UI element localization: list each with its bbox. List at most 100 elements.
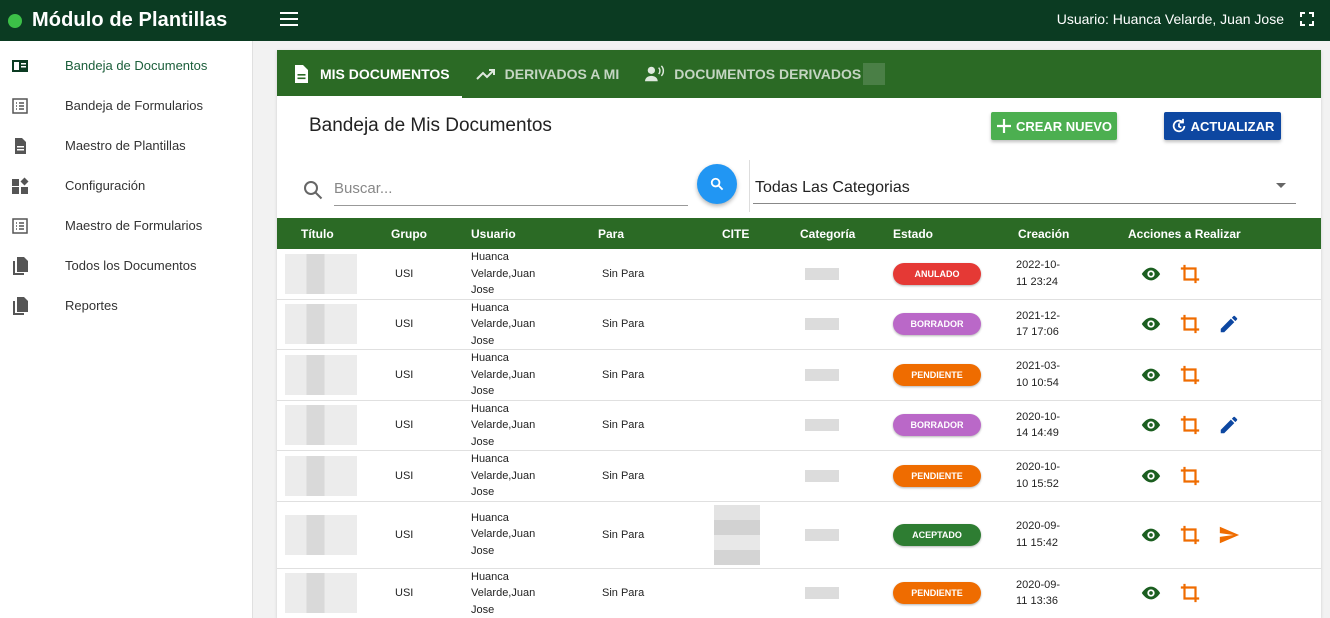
sidebar-item-maestro-formularios[interactable]: Maestro de Formularios	[0, 205, 252, 245]
cell-acciones	[1112, 450, 1321, 502]
cell-estado: PENDIENTE	[893, 568, 1016, 618]
copy-icon	[13, 297, 28, 315]
table-row[interactable]: USI Huanca Velarde,Juan Jose Sin Para PENDIEN…	[277, 450, 1321, 502]
view-icon[interactable]	[1140, 414, 1162, 436]
cell-usuario: Huanca Velarde,Juan Jose	[471, 299, 598, 350]
view-icon[interactable]	[1140, 364, 1162, 386]
view-icon[interactable]	[1140, 313, 1162, 335]
redacted-title	[285, 253, 357, 294]
cell-categoria	[800, 349, 893, 401]
cell-creacion: 2020-09- 11 13:36	[1016, 568, 1112, 618]
view-icon[interactable]	[1140, 582, 1162, 604]
menu-icon[interactable]	[280, 12, 298, 26]
send-icon[interactable]	[1218, 524, 1240, 546]
crop-icon[interactable]	[1179, 582, 1201, 604]
sidebar-item-reportes[interactable]: Reportes	[0, 285, 252, 325]
redacted-category	[805, 368, 839, 381]
cell-creacion: 2021-12- 17 17:06	[1016, 299, 1112, 350]
header-titulo[interactable]: Título	[277, 218, 391, 249]
cell-categoria	[800, 450, 893, 502]
user-name: Usuario: Huanca Velarde, Juan Jose	[1056, 11, 1284, 27]
cell-estado: BORRADOR	[893, 299, 1016, 350]
cell-categoria	[800, 299, 893, 350]
search-button[interactable]	[697, 164, 737, 204]
fullscreen-icon[interactable]	[1300, 12, 1314, 26]
list-icon	[12, 98, 28, 114]
table-row[interactable]: USI Huanca Velarde,Juan Jose Sin Para PENDIEN…	[277, 568, 1321, 618]
sidebar-item-configuracion[interactable]: Configuración	[0, 165, 252, 205]
cell-para: Sin Para	[598, 450, 704, 502]
header-estado[interactable]: Estado	[893, 218, 1016, 249]
sidebar-item-maestro-plantillas[interactable]: Maestro de Plantillas	[0, 125, 252, 165]
header-para[interactable]: Para	[598, 218, 704, 249]
table-header-row: Título Grupo Usuario Para CITE Categoría…	[277, 218, 1321, 249]
view-icon[interactable]	[1140, 524, 1162, 546]
status-badge: BORRADOR	[893, 414, 981, 437]
tab-label: DERIVADOS A MI	[504, 66, 620, 82]
cell-titulo	[277, 450, 391, 502]
tray-icon	[12, 60, 28, 72]
cell-usuario: Huanca Velarde,Juan Jose	[471, 349, 598, 401]
edit-icon[interactable]	[1218, 414, 1240, 436]
redacted-category	[805, 419, 839, 432]
crop-icon[interactable]	[1179, 414, 1201, 436]
status-badge: ACEPTADO	[893, 523, 981, 546]
category-select[interactable]: Todas Las Categorias	[753, 166, 1296, 204]
header-categoria[interactable]: Categoría	[800, 218, 893, 249]
crop-icon[interactable]	[1179, 313, 1201, 335]
cell-estado: ANULADO	[893, 249, 1016, 300]
cell-usuario: Huanca Velarde,Juan Jose	[471, 501, 598, 569]
sidebar-item-todos-documentos[interactable]: Todos los Documentos	[0, 245, 252, 285]
header-creacion[interactable]: Creación	[1016, 218, 1112, 249]
table-row[interactable]: USI Huanca Velarde,Juan Jose Sin Para ACEPTAD…	[277, 501, 1321, 569]
edit-icon[interactable]	[1218, 313, 1240, 335]
cell-acciones	[1112, 349, 1321, 401]
table-row[interactable]: USI Huanca Velarde,Juan Jose Sin Para BORRADO…	[277, 400, 1321, 451]
filter-bar: Todas Las Categorias	[277, 156, 1321, 220]
status-badge: PENDIENTE	[893, 582, 981, 605]
table-row[interactable]: USI Huanca Velarde,Juan Jose Sin Para BORRADO…	[277, 299, 1321, 350]
redacted-cite	[714, 504, 760, 565]
search-input[interactable]	[334, 172, 688, 206]
view-icon[interactable]	[1140, 263, 1162, 285]
redacted-category	[805, 469, 839, 482]
cell-cite	[704, 299, 800, 350]
crop-icon[interactable]	[1179, 465, 1201, 487]
cell-categoria	[800, 249, 893, 300]
cell-categoria	[800, 501, 893, 569]
crop-icon[interactable]	[1179, 364, 1201, 386]
cell-cite	[704, 450, 800, 502]
cell-grupo: USI	[391, 349, 471, 401]
trending-icon	[475, 69, 495, 80]
status-badge: PENDIENTE	[893, 363, 981, 386]
create-new-button[interactable]: CREAR NUEVO	[991, 112, 1117, 140]
sidebar-item-bandeja-formularios[interactable]: Bandeja de Formularios	[0, 85, 252, 125]
voice-person-icon	[645, 65, 665, 82]
view-icon[interactable]	[1140, 465, 1162, 487]
sidebar-item-bandeja-documentos[interactable]: Bandeja de Documentos	[0, 45, 252, 85]
create-new-label: CREAR NUEVO	[1015, 118, 1113, 134]
cell-estado: BORRADOR	[893, 400, 1016, 451]
table-row[interactable]: USI Huanca Velarde,Juan Jose Sin Para ANULADO…	[277, 249, 1321, 300]
redacted-title	[285, 455, 357, 496]
tab-mis-documentos[interactable]: MIS DOCUMENTOS	[277, 50, 462, 98]
cell-categoria	[800, 400, 893, 451]
tab-derivados-a-mi[interactable]: DERIVADOS A MI	[462, 50, 632, 98]
plus-icon	[996, 119, 1011, 133]
refresh-button[interactable]: ACTUALIZAR	[1164, 112, 1281, 140]
header-usuario[interactable]: Usuario	[471, 218, 598, 249]
crop-icon[interactable]	[1179, 524, 1201, 546]
cell-acciones	[1112, 400, 1321, 451]
sidebar-item-label: Reportes	[65, 297, 118, 313]
crop-icon[interactable]	[1179, 263, 1201, 285]
table-row[interactable]: USI Huanca Velarde,Juan Jose Sin Para PENDIEN…	[277, 349, 1321, 401]
header-grupo[interactable]: Grupo	[391, 218, 471, 249]
cell-grupo: USI	[391, 450, 471, 502]
header-cite[interactable]: CITE	[704, 218, 800, 249]
tab-documentos-derivados[interactable]: DOCUMENTOS DERIVADOS	[631, 50, 897, 98]
cell-estado: PENDIENTE	[893, 349, 1016, 401]
cell-cite	[704, 349, 800, 401]
cell-acciones	[1112, 249, 1321, 300]
cell-usuario: Huanca Velarde,Juan Jose	[471, 450, 598, 502]
refresh-icon	[1172, 118, 1185, 133]
